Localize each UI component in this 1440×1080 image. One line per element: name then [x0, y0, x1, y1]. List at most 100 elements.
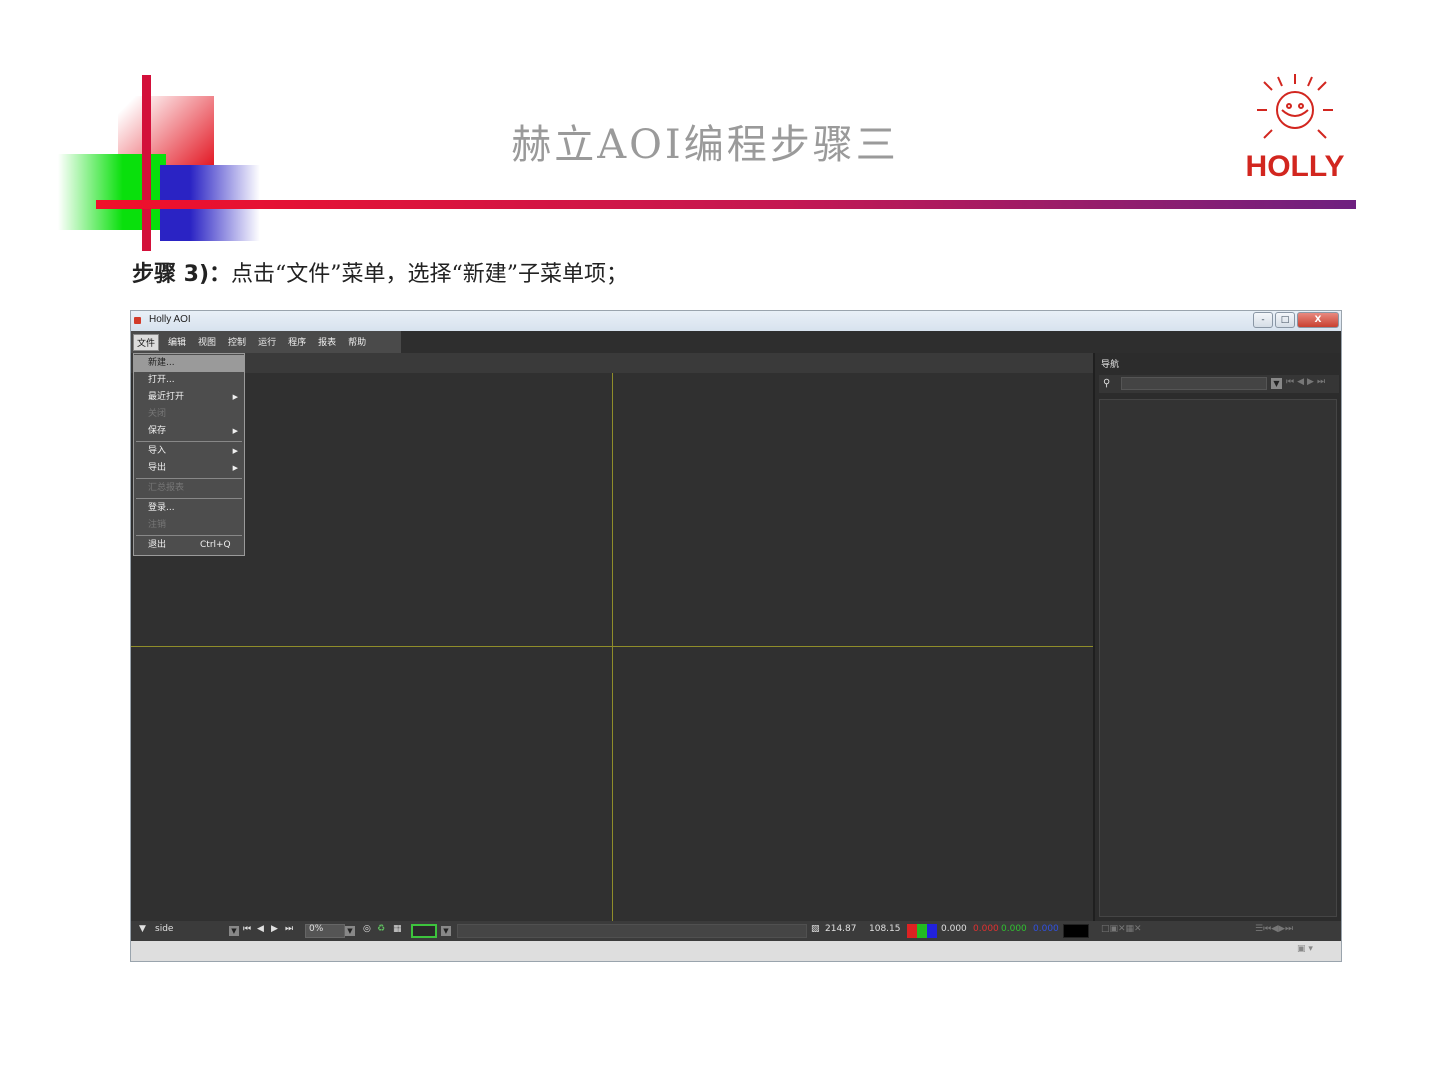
window-controls: - □ X — [1253, 312, 1339, 328]
menu-item-label: 保存 — [148, 426, 167, 436]
menu-item-new[interactable]: 新建... — [134, 355, 244, 372]
menubar: 文件 编辑 视图 控制 运行 程序 报表 帮助 — [131, 331, 1341, 353]
value-white: 0.000 — [941, 924, 967, 934]
panel-nav-icons[interactable]: ☰⏮◀▶⏭ — [1255, 924, 1293, 934]
menubar-spacer — [401, 331, 1341, 353]
menu-item-import[interactable]: 导入 ▶ — [134, 443, 244, 460]
next-frame-icon[interactable]: ▶ — [271, 924, 278, 934]
menu-separator — [136, 535, 242, 536]
menu-item-label: 关闭 — [148, 409, 167, 419]
menu-item-open[interactable]: 打开... — [134, 372, 244, 389]
menu-run[interactable]: 运行 — [255, 334, 279, 351]
page-title: 赫立AOI编程步骤三 — [511, 122, 899, 168]
step-text: 点击“文件”菜单，选择“新建”子菜单项； — [231, 262, 629, 287]
menu-item-label: 最近打开 — [148, 392, 185, 402]
menu-report[interactable]: 报表 — [315, 334, 339, 351]
maximize-button[interactable]: □ — [1275, 312, 1295, 328]
close-button[interactable]: X — [1297, 312, 1339, 328]
menu-separator — [136, 498, 242, 499]
panel-search-bar: ⚲ ▼ ⏮ ◀ ▶ ⏭ — [1099, 375, 1339, 393]
menu-item-login[interactable]: 登录... — [134, 500, 244, 517]
menu-item-shortcut: Ctrl+Q — [200, 540, 231, 550]
first-frame-icon[interactable]: ⏮ — [243, 924, 251, 934]
minimize-button[interactable]: - — [1253, 312, 1273, 328]
submenu-arrow-icon: ▶ — [232, 447, 238, 455]
window-title: Holly AOI — [149, 314, 191, 325]
menu-separator — [136, 441, 242, 442]
prev-icon[interactable]: ◀ — [1297, 377, 1304, 387]
menu-items: 文件 编辑 视图 控制 运行 程序 报表 帮助 — [133, 334, 369, 351]
menu-view[interactable]: 视图 — [195, 334, 219, 351]
value-green: 0.000 — [1001, 924, 1027, 934]
camera-icon[interactable]: ▼ — [139, 924, 146, 934]
value-blue: 0.000 — [1033, 924, 1059, 934]
side-label: side — [155, 924, 174, 934]
menu-item-save[interactable]: 保存 ▶ — [134, 423, 244, 440]
bottom-icons[interactable]: ▣ ▾ — [1297, 944, 1313, 954]
app-icon — [134, 317, 141, 324]
menu-control[interactable]: 控制 — [225, 334, 249, 351]
menu-item-close: 关闭 — [134, 406, 244, 423]
menu-item-exit[interactable]: 退出 Ctrl+Q — [134, 537, 244, 554]
zoom-value: 0% — [309, 924, 324, 934]
menu-help[interactable]: 帮助 — [345, 334, 369, 351]
panel-title: 导航 — [1101, 360, 1120, 370]
app-window: Holly AOI - □ X 文件 编辑 视图 控制 运行 程序 报表 帮助 … — [130, 310, 1342, 962]
menu-separator — [136, 478, 242, 479]
value-red: 0.000 — [973, 924, 999, 934]
logo-text: HOLLY — [1245, 150, 1345, 183]
color-swatch-green[interactable] — [411, 924, 437, 938]
navigation-list[interactable] — [1099, 399, 1337, 917]
step-prefix: 步骤 3)： — [132, 262, 232, 287]
swatch-dropdown-icon[interactable]: ▼ — [441, 926, 451, 936]
panel-tool-icons[interactable]: □▣✕▦✕ — [1101, 924, 1142, 934]
nav-buttons: ⏮ ◀ ▶ ⏭ — [1286, 377, 1325, 387]
window-titlebar[interactable]: Holly AOI - □ X — [131, 311, 1341, 331]
prev-frame-icon[interactable]: ◀ — [257, 924, 264, 934]
next-icon[interactable]: ▶ — [1307, 377, 1314, 387]
bottom-bar: ▣ ▾ — [131, 941, 1341, 961]
menu-item-label: 导出 — [148, 463, 167, 473]
menu-file[interactable]: 文件 — [133, 334, 160, 351]
menu-program[interactable]: 程序 — [285, 334, 309, 351]
menu-item-label: 注销 — [148, 520, 167, 530]
menu-item-label: 汇总报表 — [148, 483, 185, 493]
navigation-panel: 导航 ⚲ ▼ ⏮ ◀ ▶ ⏭ — [1093, 353, 1341, 921]
menu-item-summary-report: 汇总报表 — [134, 480, 244, 497]
image-canvas[interactable] — [131, 373, 1093, 921]
last-frame-icon[interactable]: ⏭ — [285, 924, 293, 934]
coord-y: 108.15 — [869, 924, 901, 934]
menu-item-export[interactable]: 导出 ▶ — [134, 460, 244, 477]
submenu-arrow-icon: ▶ — [232, 393, 238, 401]
search-input[interactable] — [1121, 377, 1267, 390]
menu-item-label: 登录... — [148, 503, 175, 513]
target-icon[interactable]: ◎ — [363, 924, 371, 934]
rgb-indicator — [907, 924, 937, 938]
search-dropdown-icon[interactable]: ▼ — [1271, 378, 1282, 389]
last-icon[interactable]: ⏭ — [1317, 377, 1325, 387]
color-preview — [1063, 924, 1089, 938]
menu-item-label: 打开... — [148, 375, 175, 385]
menu-item-logout: 注销 — [134, 517, 244, 534]
coord-x: 214.87 — [825, 924, 857, 934]
zoom-dropdown-icon[interactable]: ▼ — [345, 926, 355, 936]
search-icon[interactable]: ⚲ — [1103, 378, 1110, 389]
first-icon[interactable]: ⏮ — [1286, 377, 1294, 387]
menu-item-label: 导入 — [148, 446, 167, 456]
submenu-arrow-icon: ▶ — [232, 427, 238, 435]
coord-icon: ▧ — [811, 924, 820, 934]
submenu-arrow-icon: ▶ — [232, 464, 238, 472]
deco-horizontal-bar — [96, 200, 1356, 209]
file-menu-dropdown: 新建... 打开... 最近打开 ▶ 关闭 保存 ▶ 导入 ▶ 导出 ▶ 汇总报表 登录… — [133, 353, 245, 556]
step-instruction: 步骤 3)：点击“文件”菜单，选择“新建”子菜单项； — [132, 256, 628, 288]
status-message-area — [457, 924, 807, 938]
canvas-header — [131, 353, 1093, 373]
menu-edit[interactable]: 编辑 — [165, 334, 189, 351]
statusbar: ▼ side ▼ ⏮ ◀ ▶ ⏭ 0% ▼ ◎ ♻ ▦ ▼ ▧ 214.87 1… — [131, 921, 1341, 941]
menu-item-recent[interactable]: 最近打开 ▶ — [134, 389, 244, 406]
refresh-icon[interactable]: ♻ — [377, 924, 385, 934]
menu-item-label: 新建... — [148, 358, 175, 368]
grid-icon[interactable]: ▦ — [393, 924, 402, 934]
menu-item-label: 退出 — [148, 540, 167, 550]
side-dropdown-icon[interactable]: ▼ — [229, 926, 239, 936]
